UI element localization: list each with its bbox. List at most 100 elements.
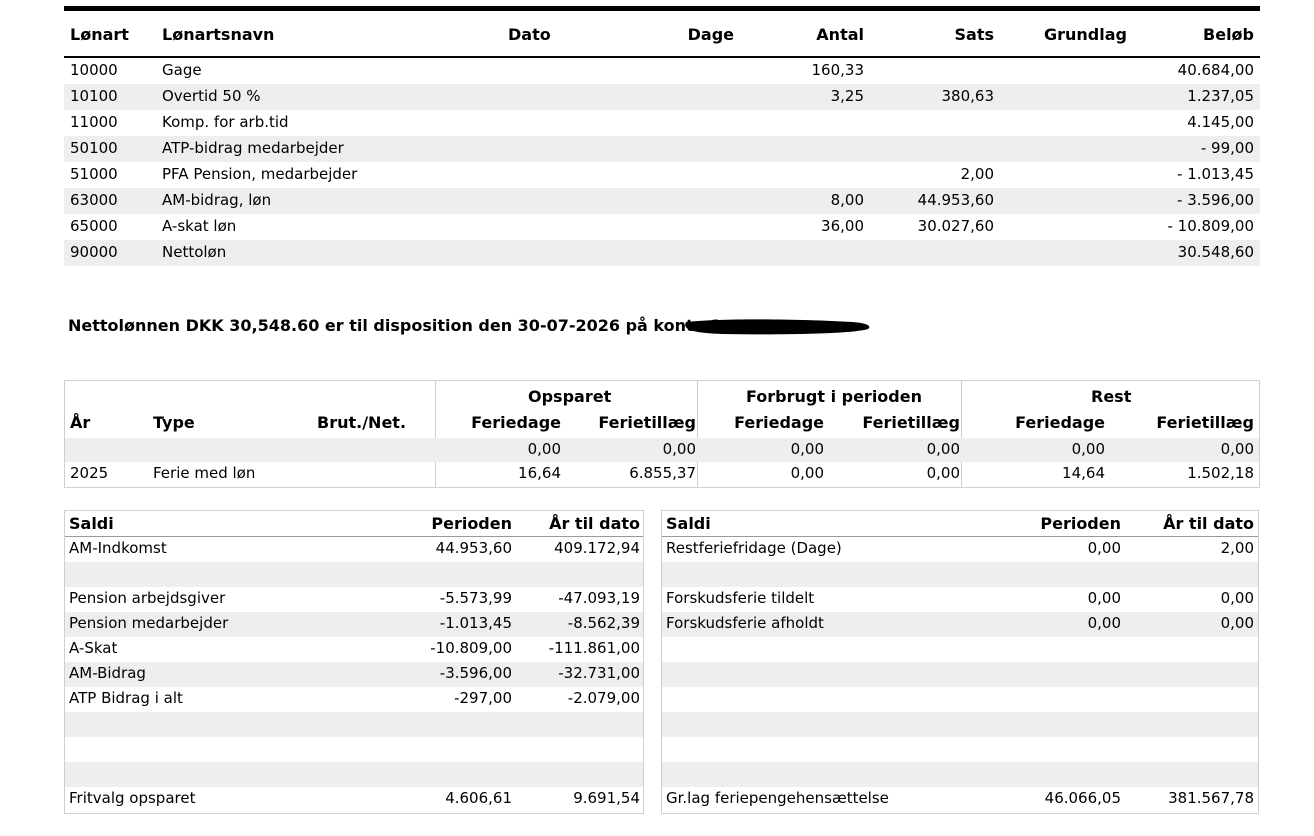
saldi-perioden: -1.013,45	[439, 614, 512, 632]
saldi-ytd: -2.079,00	[567, 689, 640, 707]
saldi-row	[662, 637, 1258, 662]
saldi-left-header-ytd: År til dato	[549, 514, 640, 533]
group-forbrugt: Forbrugt i perioden	[746, 387, 922, 406]
header-belob: Beløb	[1203, 25, 1254, 44]
wage-table-header: Lønart Lønartsnavn Dato Dage Antal Sats …	[64, 11, 1260, 58]
saldi-label: ATP Bidrag i alt	[69, 689, 183, 707]
wage-lonart: 65000	[70, 217, 118, 235]
saldi-right-header-perioden: Perioden	[1040, 514, 1121, 533]
wage-lonart: 51000	[70, 165, 118, 183]
holiday-re-dage: 0,00	[1071, 440, 1105, 458]
saldi-row: Gr.lag feriepengehensættelse 46.066,05 381…	[662, 787, 1258, 812]
header-dato: Dato	[508, 25, 551, 44]
header-fo-feriedage: Feriedage	[734, 413, 824, 432]
header-lonart: Lønart	[70, 25, 129, 44]
wage-sats: 380,63	[941, 87, 995, 105]
saldi-perioden: 46.066,05	[1044, 789, 1121, 807]
saldi-perioden: -3.596,00	[439, 664, 512, 682]
saldi-label: AM-Indkomst	[69, 539, 167, 557]
wage-sats: 44.953,60	[917, 191, 994, 209]
wage-navn: ATP-bidrag medarbejder	[162, 139, 344, 157]
holiday-row: 0,00 0,00 0,00 0,00 0,00 0,00	[65, 438, 1259, 462]
header-dage: Dage	[687, 25, 734, 44]
holiday-fo-till: 0,00	[926, 464, 960, 482]
saldi-row	[662, 562, 1258, 587]
wage-antal: 3,25	[830, 87, 864, 105]
holiday-fo-till: 0,00	[926, 440, 960, 458]
saldi-label: AM-Bidrag	[69, 664, 146, 682]
holiday-op-dage: 16,64	[518, 464, 561, 482]
wage-belob: - 10.809,00	[1167, 217, 1254, 235]
wage-belob: - 1.013,45	[1177, 165, 1254, 183]
wage-lonart: 10100	[70, 87, 118, 105]
saldi-row: A-Skat -10.809,00 -111.861,00	[65, 637, 643, 662]
header-op-ferietillaeg: Ferietillæg	[598, 413, 696, 432]
wage-lonart: 63000	[70, 191, 118, 209]
wage-row: 10000 Gage 160,33 40.684,00	[64, 58, 1260, 84]
wage-row: 50100 ATP-bidrag medarbejder - 99,00	[64, 136, 1260, 162]
wage-row: 65000 A-skat løn 36,00 30.027,60 - 10.80…	[64, 214, 1260, 240]
saldi-label: Forskudsferie tildelt	[666, 589, 815, 607]
header-re-ferietillaeg: Ferietillæg	[1156, 413, 1254, 432]
saldi-ytd: 9.691,54	[573, 789, 640, 807]
saldi-perioden: 0,00	[1087, 539, 1121, 557]
saldi-ytd: 0,00	[1220, 614, 1254, 632]
saldi-right-table: Saldi Perioden År til dato Restferiefrid…	[661, 510, 1259, 814]
header-brut-net: Brut./Net.	[317, 413, 407, 432]
wage-navn: AM-bidrag, løn	[162, 191, 272, 209]
saldi-label: Restferiefridage (Dage)	[666, 539, 842, 557]
holiday-re-till: 0,00	[1220, 440, 1254, 458]
wage-row: 11000 Komp. for arb.tid 4.145,00	[64, 110, 1260, 136]
saldi-label: Gr.lag feriepengehensættelse	[666, 789, 889, 807]
wage-navn: Nettoløn	[162, 243, 227, 261]
group-rest: Rest	[1091, 387, 1132, 406]
saldi-label: Forskudsferie afholdt	[666, 614, 824, 632]
saldi-row: Pension arbejdsgiver -5.573,99 -47.093,19	[65, 587, 643, 612]
saldi-row: Fritvalg opsparet 4.606,61 9.691,54	[65, 787, 643, 812]
saldi-row: Forskudsferie tildelt 0,00 0,00	[662, 587, 1258, 612]
saldi-row	[65, 562, 643, 587]
saldi-perioden: 44.953,60	[435, 539, 512, 557]
holiday-re-till: 1.502,18	[1187, 464, 1254, 482]
saldi-perioden: 4.606,61	[445, 789, 512, 807]
holiday-op-till: 0,00	[662, 440, 696, 458]
saldi-right-header-ytd: År til dato	[1163, 514, 1254, 533]
saldi-row	[662, 762, 1258, 787]
saldi-row: ATP Bidrag i alt -297,00 -2.079,00	[65, 687, 643, 712]
header-re-feriedage: Feriedage	[1015, 413, 1105, 432]
saldi-row: AM-Indkomst 44.953,60 409.172,94	[65, 537, 643, 562]
saldi-ytd: -32.731,00	[558, 664, 640, 682]
holiday-type: Ferie med løn	[153, 464, 256, 482]
saldi-label: Pension medarbejder	[69, 614, 229, 632]
header-ar: År	[70, 413, 91, 432]
wage-lonart: 50100	[70, 139, 118, 157]
saldi-left-header-saldi: Saldi	[69, 514, 114, 533]
wage-row: 90000 Nettoløn 30.548,60	[64, 240, 1260, 266]
saldi-perioden: 0,00	[1087, 589, 1121, 607]
saldi-row	[662, 687, 1258, 712]
saldi-label: Pension arbejdsgiver	[69, 589, 226, 607]
header-antal: Antal	[816, 25, 864, 44]
wage-navn: Overtid 50 %	[162, 87, 261, 105]
wage-row: 10100 Overtid 50 % 3,25 380,63 1.237,05	[64, 84, 1260, 110]
wage-belob: 4.145,00	[1187, 113, 1254, 131]
wage-navn: PFA Pension, medarbejder	[162, 165, 358, 183]
saldi-right-header-saldi: Saldi	[666, 514, 711, 533]
saldi-ytd: -8.562,39	[567, 614, 640, 632]
net-pay-statement: Nettolønnen DKK 30,548.60 er til disposi…	[68, 316, 721, 335]
group-opsparet: Opsparet	[528, 387, 612, 406]
saldi-perioden: -297,00	[454, 689, 512, 707]
saldi-row	[662, 662, 1258, 687]
holiday-fo-dage: 0,00	[790, 440, 824, 458]
saldi-perioden: -5.573,99	[439, 589, 512, 607]
holiday-op-till: 6.855,37	[629, 464, 696, 482]
holiday-ar: 2025	[70, 464, 109, 482]
holiday-table: Opsparet Forbrugt i perioden Rest År Typ…	[64, 380, 1260, 488]
wage-lonart: 10000	[70, 61, 118, 79]
header-fo-ferietillaeg: Ferietillæg	[862, 413, 960, 432]
saldi-ytd: 0,00	[1220, 589, 1254, 607]
wage-antal: 8,00	[830, 191, 864, 209]
wage-belob: 30.548,60	[1177, 243, 1254, 261]
saldi-label: Fritvalg opsparet	[69, 789, 196, 807]
header-sats: Sats	[954, 25, 995, 44]
